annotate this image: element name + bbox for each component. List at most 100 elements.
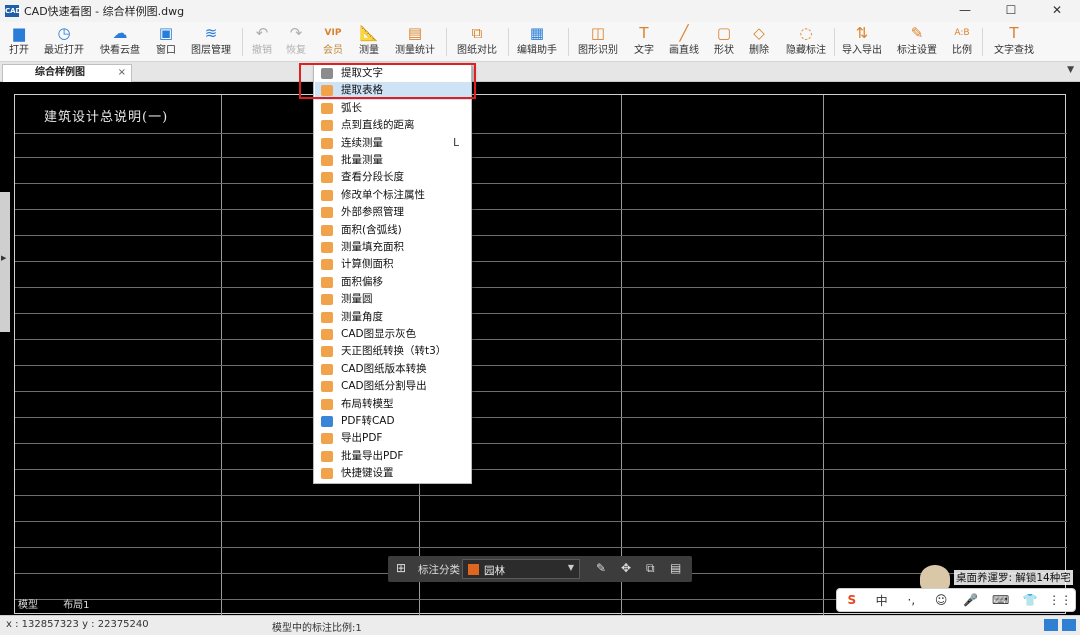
menu-item-area-offset[interactable]: 面积偏移 bbox=[315, 274, 471, 291]
import-export-icon: ⇅ bbox=[855, 24, 869, 42]
measure-stats-button[interactable]: ▤ 测量统计 bbox=[392, 24, 438, 60]
menu-item-area-arc[interactable]: 面积(含弧线) bbox=[315, 222, 471, 239]
menu-item-pdf-to-cad[interactable]: PDF转CAD bbox=[315, 413, 471, 430]
hide-annotation-button[interactable]: ◌ 隐藏标注 bbox=[784, 24, 828, 60]
scale-button[interactable]: A:B 比例 bbox=[950, 24, 974, 60]
drawing-sheet bbox=[14, 94, 1067, 615]
tab-layout1[interactable]: 布局1 bbox=[63, 600, 89, 611]
open-button[interactable]: ▆ 打开 bbox=[6, 24, 32, 60]
shortcut-icon bbox=[321, 468, 333, 480]
grid-icon[interactable]: ⊞ bbox=[396, 561, 406, 575]
text-search-button[interactable]: T 文字查找 bbox=[992, 24, 1036, 60]
side-area-icon bbox=[321, 259, 333, 271]
segment-length-icon bbox=[321, 172, 333, 184]
close-tab-icon[interactable]: × bbox=[118, 65, 126, 81]
import-export-button[interactable]: ⇅ 导入导出 bbox=[840, 24, 884, 60]
measure-button[interactable]: 📐 测量 bbox=[356, 24, 382, 60]
layers-button[interactable]: ≋ 图层管理 bbox=[188, 24, 234, 60]
tab-scroll-icon[interactable]: ▼ bbox=[1067, 65, 1074, 75]
window-title: CAD快速看图 - 综合样例图.dwg bbox=[24, 5, 185, 18]
delete-button[interactable]: ◇ 删除 bbox=[746, 24, 772, 60]
text-button[interactable]: T 文字 bbox=[632, 24, 656, 60]
shape-recognition-icon: ◫ bbox=[590, 24, 606, 42]
pdf-icon[interactable] bbox=[1044, 619, 1058, 631]
copy-icon[interactable]: ⧉ bbox=[646, 561, 655, 576]
close-button[interactable]: ✕ bbox=[1034, 0, 1080, 22]
cloud-button[interactable]: ☁ 快看云盘 bbox=[98, 24, 142, 60]
ime-punct-button[interactable]: ·, bbox=[897, 593, 927, 607]
redo-button[interactable]: ↷ 恢复 bbox=[284, 24, 308, 60]
menu-item-tangent-convert[interactable]: 天正图纸转换（转t3） bbox=[315, 343, 471, 360]
menu-item-batch-measure[interactable]: 批量测量 bbox=[315, 152, 471, 169]
main-toolbar: ▆ 打开 ◷ 最近打开 ☁ 快看云盘 ▣ 窗口 ≋ 图层管理 ↶ 撤销 ↷ 恢复… bbox=[0, 22, 1080, 62]
measure-dropdown-menu: 提取文字 提取表格 弧长 点到直线的距离 连续测量 L 批量测量 查看分段长度 修… bbox=[313, 63, 472, 484]
chevron-down-icon: ▼ bbox=[567, 563, 574, 572]
ime-lang-button[interactable]: 中 bbox=[867, 592, 897, 609]
ime-keyboard-icon[interactable]: ⌨ bbox=[986, 593, 1016, 607]
move-icon[interactable]: ✥ bbox=[621, 561, 631, 575]
tab-document[interactable]: 综合样例图 × bbox=[2, 64, 132, 82]
menu-item-side-area[interactable]: 计算侧面积 bbox=[315, 256, 471, 273]
window-controls: — ☐ ✕ bbox=[942, 0, 1080, 22]
menu-item-point-line-distance[interactable]: 点到直线的距离 bbox=[315, 117, 471, 134]
vip-button[interactable]: VIP 会员 bbox=[320, 24, 346, 60]
notification-text: 桌面养運罗: 解锁14种宅 bbox=[954, 570, 1073, 585]
batch-export-pdf-icon bbox=[321, 450, 333, 462]
undo-button[interactable]: ↶ 撤销 bbox=[250, 24, 274, 60]
menu-item-export-pdf[interactable]: 导出PDF bbox=[315, 430, 471, 447]
menu-item-xref[interactable]: 外部参照管理 bbox=[315, 204, 471, 221]
menu-item-measure-angle[interactable]: 测量角度 bbox=[315, 309, 471, 326]
toolbar-separator bbox=[834, 28, 835, 56]
angle-measure-icon bbox=[321, 311, 333, 323]
hide-annotation-icon: ◌ bbox=[799, 24, 813, 42]
sheet-row-line bbox=[15, 287, 1067, 288]
view-icon[interactable] bbox=[1062, 619, 1076, 631]
window-icon: ▣ bbox=[158, 24, 174, 42]
edit-assistant-button[interactable]: ▦ 编辑助手 bbox=[514, 24, 560, 60]
status-icons bbox=[1040, 615, 1076, 635]
ime-emoji-icon[interactable]: ☺ bbox=[926, 593, 956, 607]
window-button[interactable]: ▣ 窗口 bbox=[154, 24, 178, 60]
menu-item-fill-area[interactable]: 测量填充面积 bbox=[315, 239, 471, 256]
menu-item-continuous-measure[interactable]: 连续测量 L bbox=[315, 135, 471, 152]
side-panel-toggle[interactable] bbox=[0, 192, 10, 332]
recent-button[interactable]: ◷ 最近打开 bbox=[42, 24, 86, 60]
export-pdf-icon bbox=[321, 433, 333, 445]
ime-mic-icon[interactable]: 🎤 bbox=[956, 593, 986, 607]
ime-skin-icon[interactable]: 👕 bbox=[1016, 593, 1046, 607]
sheet-row-line bbox=[15, 183, 1067, 184]
sheet-row-line bbox=[15, 133, 1067, 134]
tab-model[interactable]: 模型 bbox=[18, 600, 38, 611]
menu-item-edit-annotation[interactable]: 修改单个标注属性 bbox=[315, 187, 471, 204]
menu-item-measure-circle[interactable]: 测量圆 bbox=[315, 291, 471, 308]
ime-menu-icon[interactable]: ⋮⋮ bbox=[1045, 593, 1075, 607]
ime-toolbar: S 中 ·, ☺ 🎤 ⌨ 👕 ⋮⋮ bbox=[836, 588, 1076, 612]
undo-icon: ↶ bbox=[255, 24, 269, 42]
menu-item-shortcuts[interactable]: 快捷键设置 bbox=[315, 465, 471, 482]
shape-button[interactable]: ▢ 形状 bbox=[712, 24, 736, 60]
compare-button[interactable]: ⧉ 图纸对比 bbox=[454, 24, 500, 60]
minimize-button[interactable]: — bbox=[942, 0, 988, 22]
point-line-distance-icon bbox=[321, 120, 333, 132]
maximize-button[interactable]: ☐ bbox=[988, 0, 1034, 22]
shape-recognition-button[interactable]: ◫ 图形识别 bbox=[576, 24, 620, 60]
menu-item-arc-length[interactable]: 弧长 bbox=[315, 100, 471, 117]
annotation-scale-text: 模型中的标注比例:1 bbox=[272, 623, 362, 634]
drawing-canvas[interactable]: 建筑设计总说明(一) bbox=[0, 82, 1080, 615]
menu-item-batch-export-pdf[interactable]: 批量导出PDF bbox=[315, 448, 471, 465]
annotation-category-select[interactable]: 园林 ▼ bbox=[462, 559, 580, 579]
annotation-settings-button[interactable]: ✎ 标注设置 bbox=[894, 24, 940, 60]
edit-icon[interactable]: ✎ bbox=[596, 561, 606, 575]
text-icon: T bbox=[639, 24, 649, 42]
menu-item-layout-to-model[interactable]: 布局转模型 bbox=[315, 396, 471, 413]
arc-length-icon bbox=[321, 102, 333, 114]
line-button[interactable]: ╱ 画直线 bbox=[666, 24, 702, 60]
ime-logo-icon[interactable]: S bbox=[837, 593, 867, 607]
tangent-convert-icon bbox=[321, 346, 333, 358]
menu-item-gray-display[interactable]: CAD图显示灰色 bbox=[315, 326, 471, 343]
paste-icon[interactable]: ▤ bbox=[670, 561, 681, 575]
menu-item-split-export[interactable]: CAD图纸分割导出 bbox=[315, 378, 471, 395]
menu-item-segment-length[interactable]: 查看分段长度 bbox=[315, 169, 471, 186]
split-export-icon bbox=[321, 381, 333, 393]
menu-item-version-convert[interactable]: CAD图纸版本转换 bbox=[315, 361, 471, 378]
